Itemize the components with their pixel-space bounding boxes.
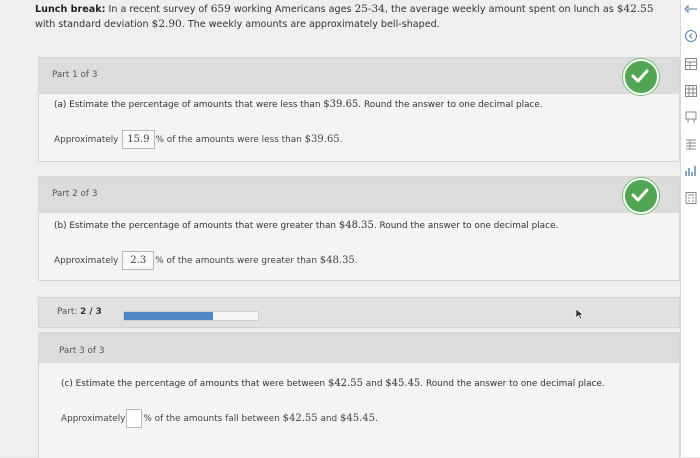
intro-text: working Americans ages <box>230 4 355 15</box>
question-value: $45.45 <box>385 378 421 389</box>
part3-answer: Approximately % of the amounts fall betwe… <box>61 409 378 428</box>
chart-icon[interactable] <box>684 164 698 178</box>
part1-header: Part 1 of 3 <box>39 58 679 95</box>
part1-question: (a) Estimate the percentage of amounts t… <box>54 99 543 110</box>
question-value: $39.65 <box>323 99 359 110</box>
part1-title: Part 1 of 3 <box>52 70 98 80</box>
progress-value: 2 / 3 <box>80 307 102 317</box>
age-range: 25-34 <box>354 3 385 15</box>
answer-value-ref: $45.45 <box>339 413 375 424</box>
part3-header: Part 3 of 3 <box>39 333 679 363</box>
answer-value-ref: $42.55 <box>282 413 318 424</box>
question-text: (c) Estimate the percentage of amounts t… <box>61 379 328 389</box>
tool-sidebar <box>680 0 700 457</box>
answer-suffix: % of the amounts were greater than <box>155 256 320 266</box>
answer-input[interactable]: 15.9 <box>122 130 155 149</box>
question-value: $42.55 <box>327 378 363 389</box>
answer-suffix: . <box>339 135 343 145</box>
table-icon[interactable] <box>684 57 698 71</box>
table-icon[interactable] <box>684 137 698 151</box>
part2-question: (b) Estimate the percentage of amounts t… <box>54 220 558 231</box>
check-icon <box>623 178 659 214</box>
answer-suffix: and <box>317 414 340 424</box>
check-icon <box>623 59 659 95</box>
part2-card: Part 2 of 3 (b) Estimate the percentage … <box>38 176 680 281</box>
intro-label: Lunch break: <box>35 4 106 15</box>
calculator-icon[interactable] <box>684 191 698 205</box>
intro-text: . The weekly amounts are approximately b… <box>181 19 440 30</box>
part2-title: Part 2 of 3 <box>52 189 98 199</box>
intro-text: In a recent survey of <box>108 4 211 15</box>
answer-prefix: Approximately <box>54 135 119 145</box>
intro-text: with standard deviation <box>35 19 152 30</box>
answer-suffix: % of the amounts were less than <box>155 135 305 145</box>
answer-suffix: . <box>374 414 378 424</box>
answer-prefix: Approximately <box>54 256 119 266</box>
answer-input[interactable]: 2.3 <box>122 251 155 270</box>
problem-intro: Lunch break: In a recent survey of 659 w… <box>35 2 675 32</box>
question-text: . Round the answer to one decimal place. <box>373 221 559 231</box>
sample-size: 659 <box>210 3 231 15</box>
question-text: (a) Estimate the percentage of amounts t… <box>54 100 324 110</box>
answer-value-ref: $39.65 <box>304 134 340 145</box>
main-content: Lunch break: In a recent survey of 659 w… <box>0 0 680 458</box>
answer-suffix: % of the amounts fall between <box>143 414 283 424</box>
tools-icon[interactable] <box>684 110 698 124</box>
mean-value: $42.55 <box>616 3 654 15</box>
question-text: and <box>362 379 386 389</box>
part3-card: Part 3 of 3 (c) Estimate the percentage … <box>38 332 680 458</box>
mouse-cursor-icon <box>575 308 585 320</box>
progress-track <box>123 311 259 321</box>
part1-card: Part 1 of 3 (a) Estimate the percentage … <box>38 57 680 162</box>
expand-icon[interactable] <box>684 29 698 43</box>
progress-fill <box>124 312 214 320</box>
answer-suffix: . <box>354 256 358 266</box>
toggle-icon[interactable] <box>684 2 698 16</box>
question-text: . Round the answer to one decimal place. <box>420 379 605 389</box>
part-progress-bar: Part: 2 / 3 <box>38 297 680 328</box>
answer-input[interactable] <box>126 409 143 428</box>
part2-header: Part 2 of 3 <box>39 177 679 214</box>
part3-title: Part 3 of 3 <box>59 346 105 356</box>
intro-text: , the average weekly amount spent on lun… <box>384 4 617 15</box>
progress-label: Part: 2 / 3 <box>57 307 102 317</box>
part3-question: (c) Estimate the percentage of amounts t… <box>61 378 605 389</box>
part2-answer: Approximately 2.3% of the amounts were g… <box>54 251 358 270</box>
sd-value: $2.90 <box>151 18 182 30</box>
grid-icon[interactable] <box>684 84 698 98</box>
part1-answer: Approximately 15.9% of the amounts were … <box>54 130 343 149</box>
progress-label-text: Part: <box>57 307 78 317</box>
question-value: $48.35 <box>338 220 374 231</box>
answer-value-ref: $48.35 <box>319 255 355 266</box>
question-text: . Round the answer to one decimal place. <box>358 100 543 110</box>
question-text: (b) Estimate the percentage of amounts t… <box>54 221 339 231</box>
answer-prefix: Approximately <box>61 414 126 424</box>
